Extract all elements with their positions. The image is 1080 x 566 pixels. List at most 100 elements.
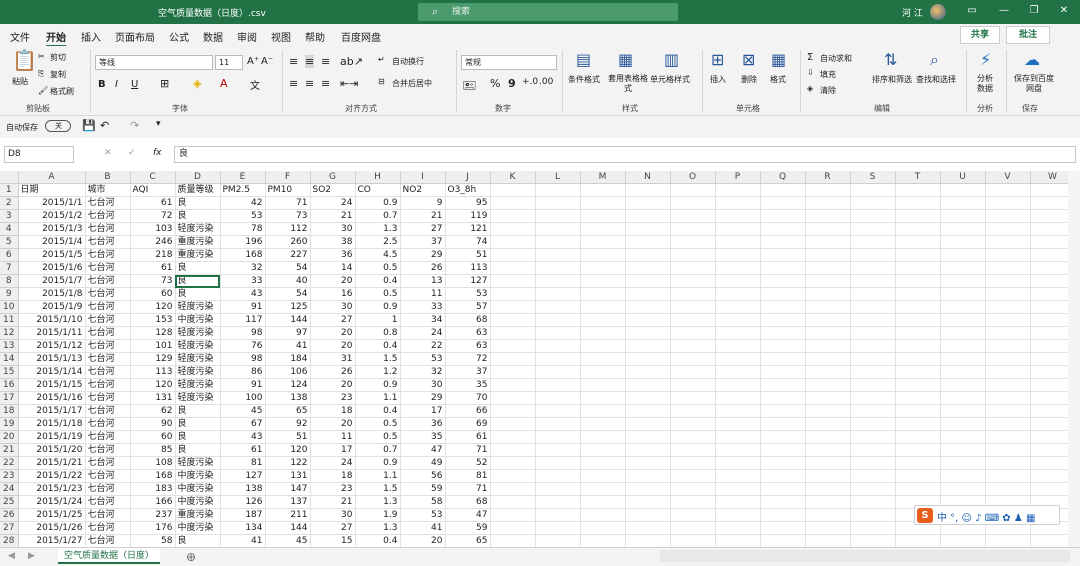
cell[interactable]: 2015/1/26 (18, 521, 86, 536)
cell[interactable] (895, 261, 941, 276)
cell[interactable] (580, 261, 626, 276)
merge-icon[interactable]: ⊟ (378, 77, 385, 86)
cell[interactable]: 2015/1/4 (18, 235, 86, 250)
cell[interactable]: 质量等级 (175, 183, 221, 198)
cell[interactable]: 重度污染 (175, 235, 221, 250)
cell[interactable] (850, 209, 896, 224)
cell[interactable]: 100 (220, 391, 266, 406)
cell[interactable] (490, 534, 536, 547)
column-header-s[interactable]: S (850, 171, 896, 185)
cell[interactable]: 113 (130, 365, 176, 380)
cell[interactable]: 0.4 (355, 404, 401, 419)
cell[interactable]: 七台河 (85, 469, 131, 484)
cell[interactable] (715, 235, 761, 250)
cell[interactable]: 20 (310, 339, 356, 354)
cell[interactable] (985, 404, 1031, 419)
conditional-format-button[interactable]: 条件格式 (568, 74, 600, 85)
cell[interactable] (805, 339, 851, 354)
cell[interactable]: 45 (220, 404, 266, 419)
ime-toolbar[interactable]: S 中 °, ☺ ♪ ⌨ ✿ ♟ ▦ (914, 505, 1060, 525)
cell[interactable] (850, 274, 896, 289)
cell[interactable]: 67 (220, 417, 266, 432)
cell[interactable]: 七台河 (85, 365, 131, 380)
cell[interactable]: 36 (400, 417, 446, 432)
cell[interactable] (850, 235, 896, 250)
fill-icon[interactable]: ⇩ (807, 68, 814, 77)
cell[interactable] (940, 443, 986, 458)
cell[interactable]: 62 (130, 404, 176, 419)
border-icon[interactable]: ⊞ (160, 77, 169, 90)
cell[interactable] (490, 456, 536, 471)
cell[interactable] (760, 352, 806, 367)
cell[interactable] (850, 378, 896, 393)
cell[interactable]: 30 (310, 508, 356, 523)
cell[interactable] (535, 482, 581, 497)
column-header-b[interactable]: B (85, 171, 131, 185)
cell[interactable]: 2015/1/9 (18, 300, 86, 315)
cell[interactable] (625, 339, 671, 354)
cell[interactable] (940, 417, 986, 432)
cell[interactable] (760, 534, 806, 547)
format-painter-button[interactable]: 格式刷 (50, 86, 74, 97)
cell[interactable]: 中度污染 (175, 521, 221, 536)
cell[interactable]: 七台河 (85, 196, 131, 211)
user-name[interactable]: 河 江 (902, 6, 923, 19)
font-name-select[interactable]: 等线 (95, 55, 213, 70)
cell[interactable]: 47 (400, 443, 446, 458)
cell[interactable] (985, 313, 1031, 328)
cell[interactable] (670, 456, 716, 471)
cell[interactable] (985, 300, 1031, 315)
cell[interactable] (625, 183, 671, 198)
tab-data[interactable]: 数据 (203, 29, 223, 44)
cell[interactable]: 187 (220, 508, 266, 523)
cell[interactable] (985, 196, 1031, 211)
cell[interactable] (850, 456, 896, 471)
cell[interactable] (625, 209, 671, 224)
cell[interactable] (850, 482, 896, 497)
autosum-button[interactable]: 自动求和 (820, 53, 852, 64)
cell[interactable]: 良 (175, 417, 221, 432)
cell[interactable]: 轻度污染 (175, 456, 221, 471)
cut-button[interactable]: 剪切 (50, 52, 66, 63)
cell[interactable]: 63 (445, 326, 491, 341)
cell[interactable]: 61 (130, 261, 176, 276)
cell[interactable] (805, 508, 851, 523)
cell[interactable] (670, 248, 716, 263)
percent-button[interactable]: % (490, 77, 500, 90)
cell[interactable] (850, 183, 896, 198)
cell[interactable] (535, 326, 581, 341)
cell[interactable]: 1.1 (355, 469, 401, 484)
cell[interactable] (580, 326, 626, 341)
cell[interactable]: NO2 (400, 183, 446, 198)
italic-button[interactable]: I (115, 79, 118, 90)
cell[interactable]: 138 (220, 482, 266, 497)
cell[interactable] (535, 183, 581, 198)
cell[interactable]: 2015/1/27 (18, 534, 86, 547)
cell[interactable]: 七台河 (85, 287, 131, 302)
cell[interactable]: 9 (400, 196, 446, 211)
cell[interactable] (895, 339, 941, 354)
cell[interactable] (985, 222, 1031, 237)
cell[interactable]: 125 (265, 300, 311, 315)
cell[interactable]: 42 (220, 196, 266, 211)
autosum-icon[interactable]: Σ (807, 52, 813, 63)
cell[interactable]: 2015/1/24 (18, 495, 86, 510)
paste-button[interactable]: 粘贴 (12, 76, 28, 87)
column-header-k[interactable]: K (490, 171, 536, 185)
cell[interactable] (895, 326, 941, 341)
analyze-data-button[interactable]: 分析数据 (977, 74, 997, 94)
cell[interactable] (625, 300, 671, 315)
cell[interactable]: 1.5 (355, 352, 401, 367)
column-header-d[interactable]: D (175, 171, 221, 185)
selected-cell[interactable]: 良 (175, 274, 221, 289)
cell-styles-button[interactable]: 单元格样式 (650, 74, 690, 85)
cell[interactable]: 1.5 (355, 482, 401, 497)
cell[interactable] (760, 222, 806, 237)
search-box[interactable]: ⌕ 搜索 (418, 3, 678, 21)
format-table-button[interactable]: 套用表格格式 (606, 74, 650, 94)
column-header-f[interactable]: F (265, 171, 311, 185)
cell[interactable] (535, 456, 581, 471)
cell[interactable] (805, 300, 851, 315)
sort-filter-icon[interactable]: ⇅ (884, 52, 897, 68)
cell[interactable]: 74 (445, 235, 491, 250)
